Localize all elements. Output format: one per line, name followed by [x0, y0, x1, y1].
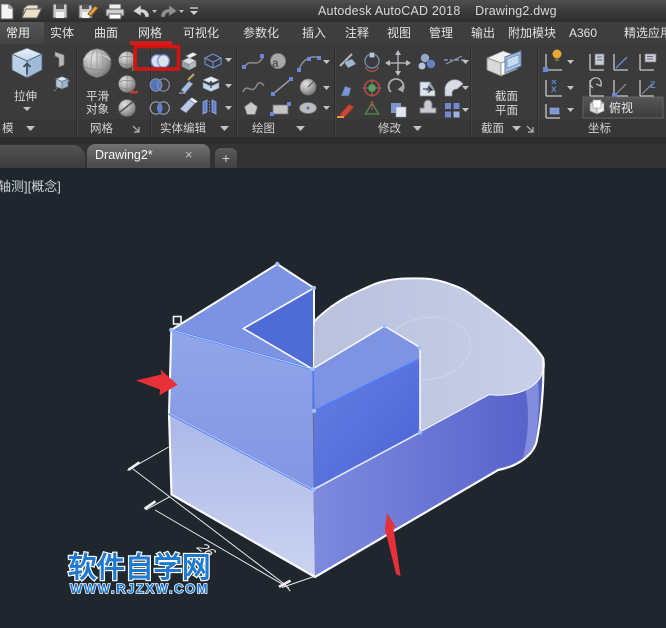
svg-text:x: x: [551, 84, 557, 95]
svg-text:俯视: 俯视: [609, 100, 633, 115]
svg-text:Z: Z: [650, 80, 656, 90]
svg-text:平面: 平面: [495, 105, 518, 117]
svg-text:软件自学网: 软件自学网: [68, 551, 211, 584]
svg-text:平滑: 平滑: [86, 90, 109, 103]
svg-text:绘图: 绘图: [252, 121, 275, 135]
svg-text:拉伸: 拉伸: [14, 89, 37, 103]
svg-text:坐标: 坐标: [588, 122, 611, 135]
svg-text:模: 模: [2, 122, 14, 135]
svg-text:修改: 修改: [378, 121, 401, 135]
svg-text:截面: 截面: [481, 121, 504, 135]
svg-text:a: a: [272, 56, 279, 70]
svg-text:对象: 对象: [86, 102, 109, 116]
svg-text:截面: 截面: [495, 89, 518, 103]
svg-text:WWW.RJZXW.COM: WWW.RJZXW.COM: [70, 581, 209, 596]
svg-text:实体编辑: 实体编辑: [160, 121, 206, 135]
svg-text:网格: 网格: [90, 121, 113, 135]
